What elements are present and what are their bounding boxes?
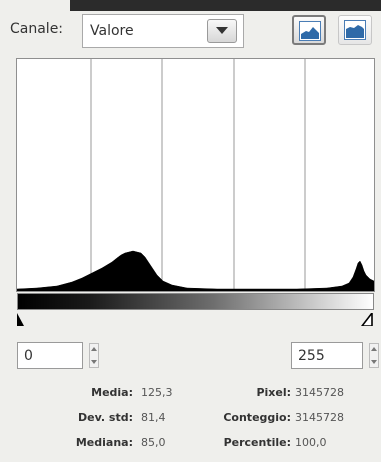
stat-pixel-value: 3145728 [295,386,344,399]
linear-scale-button[interactable] [292,15,326,45]
stat-media-label: Media: [91,386,133,399]
range-max-input[interactable]: 255 [291,342,363,369]
channel-dropdown-button[interactable] [207,19,237,43]
stat-mediana-label: Mediana: [75,436,133,449]
window-top-strip [70,0,381,11]
channel-dropdown[interactable]: Valore [82,14,244,48]
stat-percentile-value: 100,0 [295,436,327,449]
range-max-handle[interactable] [361,313,374,326]
linear-histogram-icon [299,21,321,41]
stat-percentile-label: Percentile: [223,436,291,449]
stat-conteggio-label: Conteggio: [223,411,291,424]
stat-dev-std: Dev. std: 81,4 [38,411,210,427]
stat-pixel-label: Pixel: [256,386,291,399]
histogram-view[interactable] [16,58,375,292]
spin-up-icon[interactable] [371,347,377,351]
chevron-down-icon [216,27,228,34]
range-max-stepper[interactable] [369,343,379,368]
stat-media-value: 125,3 [141,386,173,399]
histogram-plot [17,59,374,291]
range-min-spinner[interactable]: 0 [17,342,103,369]
log-scale-button[interactable] [338,15,372,45]
range-min-input[interactable]: 0 [17,342,83,369]
stat-mediana: Mediana: 85,0 [38,436,210,452]
stat-media: Media: 125,3 [38,386,210,402]
channel-label: Canale: [10,21,64,37]
channel-value: Valore [90,23,134,39]
stat-dev-std-value: 81,4 [141,411,166,424]
stat-pixel: Pixel: 3145728 [200,386,381,402]
stat-conteggio: Conteggio: 3145728 [200,411,381,427]
stat-percentile: Percentile: 100,0 [200,436,381,452]
spin-up-icon[interactable] [91,347,97,351]
stat-conteggio-value: 3145728 [295,411,344,424]
stat-mediana-value: 85,0 [141,436,166,449]
log-histogram-icon [344,20,366,40]
range-min-handle[interactable] [17,313,25,326]
spin-down-icon[interactable] [91,360,97,364]
histogram-fill [17,250,374,291]
spin-down-icon[interactable] [371,360,377,364]
range-min-stepper[interactable] [89,343,99,368]
range-max-spinner[interactable]: 255 [291,342,381,369]
value-gradient-bar [17,293,374,310]
stat-dev-std-label: Dev. std: [78,411,133,424]
